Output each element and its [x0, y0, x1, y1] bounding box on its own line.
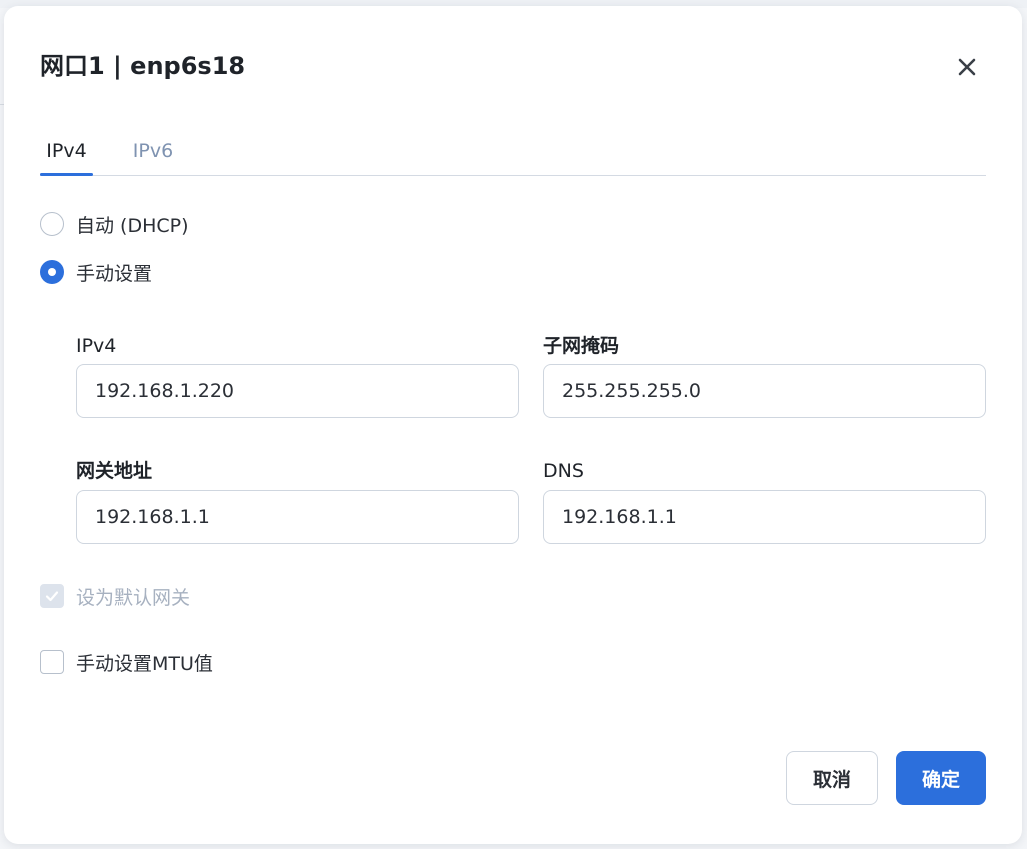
radio-manual[interactable]: 手动设置	[40, 258, 152, 286]
manual-mtu-checkbox[interactable]	[40, 650, 64, 674]
gateway-label: 网关地址	[76, 460, 153, 482]
network-interface-dialog: 网口1 | enp6s18 IPv4 IPv6 自动 (DHCP) 手动设置 I…	[4, 6, 1022, 844]
radio-manual-label: 手动设置	[76, 262, 153, 285]
radio-dhcp[interactable]: 自动 (DHCP)	[40, 210, 189, 238]
confirm-button[interactable]: 确定	[896, 751, 986, 805]
radio-manual-circle[interactable]	[40, 260, 64, 284]
default-gateway-label: 设为默认网关	[76, 586, 191, 609]
gateway-input[interactable]	[76, 490, 519, 544]
cancel-button[interactable]: 取消	[786, 751, 878, 805]
default-gateway-option[interactable]: 设为默认网关	[40, 582, 190, 610]
default-gateway-checkbox[interactable]	[40, 584, 64, 608]
close-icon	[958, 58, 976, 76]
tab-ipv6[interactable]: IPv6	[129, 130, 177, 176]
tab-bar: IPv4 IPv6	[40, 130, 986, 176]
radio-dhcp-label: 自动 (DHCP)	[76, 214, 189, 237]
ipv4-label: IPv4	[76, 335, 117, 357]
manual-mtu-option[interactable]: 手动设置MTU值	[40, 648, 213, 676]
netmask-label: 子网掩码	[543, 335, 620, 357]
radio-dhcp-circle[interactable]	[40, 212, 64, 236]
active-tab-indicator	[40, 173, 93, 176]
dns-input[interactable]	[543, 490, 986, 544]
checkmark-icon	[45, 591, 59, 602]
ipv4-input[interactable]	[76, 364, 519, 418]
close-button[interactable]	[950, 50, 984, 84]
dialog-title: 网口1 | enp6s18	[40, 52, 246, 80]
manual-mtu-label: 手动设置MTU值	[76, 652, 213, 675]
dns-label: DNS	[543, 460, 584, 482]
tab-ipv4[interactable]: IPv4	[40, 130, 93, 176]
netmask-input[interactable]	[543, 364, 986, 418]
